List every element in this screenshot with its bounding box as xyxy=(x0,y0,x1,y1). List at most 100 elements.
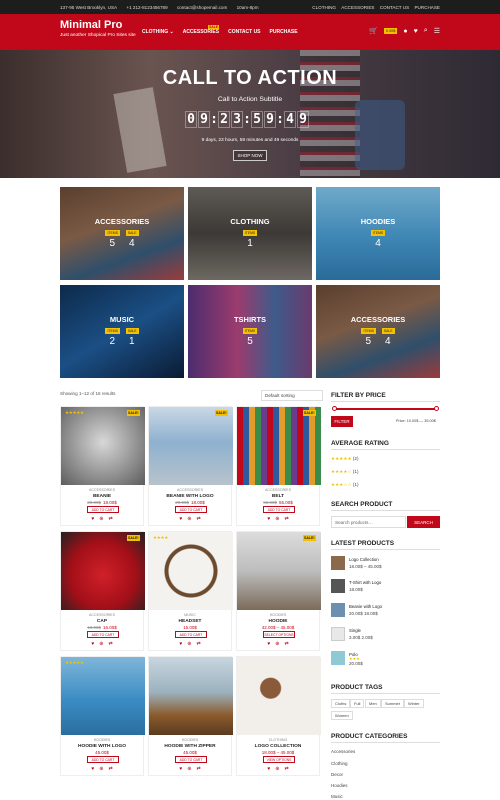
nav-purchase[interactable]: PURCHASE xyxy=(270,29,298,35)
tag-full[interactable]: Full xyxy=(350,699,365,708)
product-card[interactable]: HOODIES HOODIE WITH ZIPPER 45.00$ ADD TO… xyxy=(148,656,233,776)
wishlist-icon[interactable]: ♥ xyxy=(91,641,94,647)
rating-filter[interactable]: ★★★★☆ (1) xyxy=(331,469,359,475)
latest-product-item[interactable]: T-Shirt with Logo 18.00$ xyxy=(331,579,440,597)
latest-product-item[interactable]: Logo Collection 18.00$ – 45.00$ xyxy=(331,556,440,574)
add-to-cart-button[interactable]: ADD TO CART xyxy=(263,506,295,513)
product-category[interactable]: ACCESSORIES xyxy=(61,488,143,492)
product-thumb[interactable] xyxy=(331,556,345,570)
quick-view-icon[interactable]: ⊕ xyxy=(187,641,191,647)
top-link-contact[interactable]: CONTACT US xyxy=(380,5,409,10)
product-name[interactable]: HOODIE xyxy=(237,619,319,624)
latest-product-item[interactable]: Polo ★★★ 20.00$ xyxy=(331,651,440,669)
wishlist-icon[interactable]: ♥ xyxy=(267,641,270,647)
category-tile-accessories[interactable]: ACCESSORIES ITEMS SALE 5 4 xyxy=(60,187,184,280)
compare-icon[interactable]: ⇄ xyxy=(284,641,288,647)
product-thumb[interactable] xyxy=(331,579,345,593)
product-thumb[interactable] xyxy=(331,651,345,665)
product-category[interactable]: ACCESSORIES xyxy=(61,613,143,617)
product-name[interactable]: HOODIE WITH LOGO xyxy=(61,744,143,749)
wishlist-icon[interactable]: ♥ xyxy=(267,516,270,522)
quick-view-icon[interactable]: ⊕ xyxy=(99,641,103,647)
category-link[interactable]: Clothing xyxy=(331,761,348,766)
quick-view-icon[interactable]: ⊕ xyxy=(275,641,279,647)
wishlist-icon[interactable]: ♥ xyxy=(414,28,418,35)
compare-icon[interactable]: ⇄ xyxy=(196,516,200,522)
product-name[interactable]: CAP xyxy=(61,619,143,624)
product-thumb[interactable] xyxy=(331,603,345,617)
search-input[interactable]: Search products… xyxy=(331,516,406,528)
product-category[interactable]: HOODIES xyxy=(149,738,231,742)
category-tile-tshirts[interactable]: TSHIRTS ITEMS 5 xyxy=(188,285,312,378)
product-image[interactable] xyxy=(61,532,145,610)
rating-filter[interactable]: ★★★★★ (2) xyxy=(331,456,359,462)
product-name[interactable]: HEADSET xyxy=(149,619,231,624)
quick-view-icon[interactable]: ⊕ xyxy=(187,516,191,522)
compare-icon[interactable]: ⇄ xyxy=(108,516,112,522)
wishlist-icon[interactable]: ♥ xyxy=(267,766,270,772)
add-to-cart-button[interactable]: ADD TO CART xyxy=(87,631,119,638)
product-card[interactable]: ★★★★ MUSIC HEADSET 15.00$ ADD TO CART ♥ ⊕… xyxy=(148,531,233,651)
wishlist-icon[interactable]: ♥ xyxy=(179,766,182,772)
account-icon[interactable]: ● xyxy=(403,28,407,35)
product-card[interactable]: SALE! HOODIES HOODIE 42.00$ – 45.00$ SEL… xyxy=(236,531,321,651)
category-link[interactable]: Accessories xyxy=(331,749,355,754)
wishlist-icon[interactable]: ♥ xyxy=(91,516,94,522)
add-to-cart-button[interactable]: ADD TO CART xyxy=(175,756,207,763)
slider-handle-max[interactable] xyxy=(434,406,439,411)
product-name[interactable]: BEANIE xyxy=(61,494,143,499)
compare-icon[interactable]: ⇄ xyxy=(108,641,112,647)
wishlist-icon[interactable]: ♥ xyxy=(179,516,182,522)
product-category[interactable]: ACCESSORIES xyxy=(237,488,319,492)
wishlist-icon[interactable]: ♥ xyxy=(179,641,182,647)
product-image[interactable] xyxy=(149,407,233,485)
product-category[interactable]: MUSIC xyxy=(149,613,231,617)
email-text[interactable]: contact@shopemail.com xyxy=(177,5,227,10)
product-card[interactable]: SALE! ACCESSORIES BEANIE WITH LOGO 20.00… xyxy=(148,406,233,526)
product-card[interactable]: SALE! ACCESSORIES BELT 65.00$ 55.00$ ADD … xyxy=(236,406,321,526)
add-to-cart-button[interactable]: ADD TO CART xyxy=(87,756,119,763)
site-logo[interactable]: Minimal Pro xyxy=(60,19,122,31)
cart-total[interactable]: 0.00$ xyxy=(383,28,398,34)
category-link[interactable]: Hoodies xyxy=(331,783,348,788)
product-image[interactable] xyxy=(61,657,145,735)
product-card[interactable]: SALE! ACCESSORIES CAP 18.00$ 16.00$ ADD T… xyxy=(60,531,145,651)
category-link[interactable]: Music xyxy=(331,794,343,799)
slider-handle-min[interactable] xyxy=(332,406,337,411)
tag-summer[interactable]: Summer xyxy=(381,699,405,708)
add-to-cart-button[interactable]: ADD TO CART xyxy=(87,506,119,513)
quick-view-icon[interactable]: ⊕ xyxy=(275,766,279,772)
add-to-cart-button[interactable]: ADD TO CART xyxy=(175,631,207,638)
tag-cloths[interactable]: Cloths xyxy=(331,699,351,708)
tag-women[interactable]: Women xyxy=(331,711,353,720)
category-tile-music[interactable]: MUSIC ITEMS SALE 2 1 xyxy=(60,285,184,378)
compare-icon[interactable]: ⇄ xyxy=(284,516,288,522)
menu-icon[interactable]: ☰ xyxy=(434,27,440,35)
filter-button[interactable]: FILTER xyxy=(331,416,353,427)
rating-filter[interactable]: ★★★☆☆ (1) xyxy=(331,482,359,488)
add-to-cart-button[interactable]: ADD TO CART xyxy=(175,506,207,513)
product-category[interactable]: ACCESSORIES xyxy=(149,488,231,492)
product-image[interactable] xyxy=(149,532,233,610)
nav-accessories[interactable]: ACCESSORIES xyxy=(183,29,219,35)
product-thumb[interactable] xyxy=(331,627,345,641)
search-button[interactable]: SEARCH xyxy=(407,516,440,528)
product-category[interactable]: HOODIES xyxy=(61,738,143,742)
quick-view-icon[interactable]: ⊕ xyxy=(99,766,103,772)
top-link-clothing[interactable]: CLOTHING xyxy=(312,5,336,10)
quick-view-icon[interactable]: ⊕ xyxy=(99,516,103,522)
product-card[interactable]: ★★★★★ HOODIES HOODIE WITH LOGO 45.00$ AD… xyxy=(60,656,145,776)
compare-icon[interactable]: ⇄ xyxy=(196,766,200,772)
product-name[interactable]: LOGO COLLECTION xyxy=(237,744,319,749)
product-category[interactable]: HOODIES xyxy=(237,613,319,617)
price-slider[interactable] xyxy=(332,406,439,411)
wishlist-icon[interactable]: ♥ xyxy=(91,766,94,772)
product-image[interactable] xyxy=(237,532,321,610)
compare-icon[interactable]: ⇄ xyxy=(284,766,288,772)
product-category[interactable]: CLOTHING xyxy=(237,738,319,742)
select-options-button[interactable]: SELECT OPTIONS xyxy=(263,631,295,638)
category-tile-accessories-2[interactable]: ACCESSORIES ITEMS SALE 5 4 xyxy=(316,285,440,378)
product-image[interactable] xyxy=(61,407,145,485)
latest-product-item[interactable]: Single 3.00$ 2.00$ xyxy=(331,627,440,645)
nav-contact[interactable]: CONTACT US xyxy=(228,29,260,35)
